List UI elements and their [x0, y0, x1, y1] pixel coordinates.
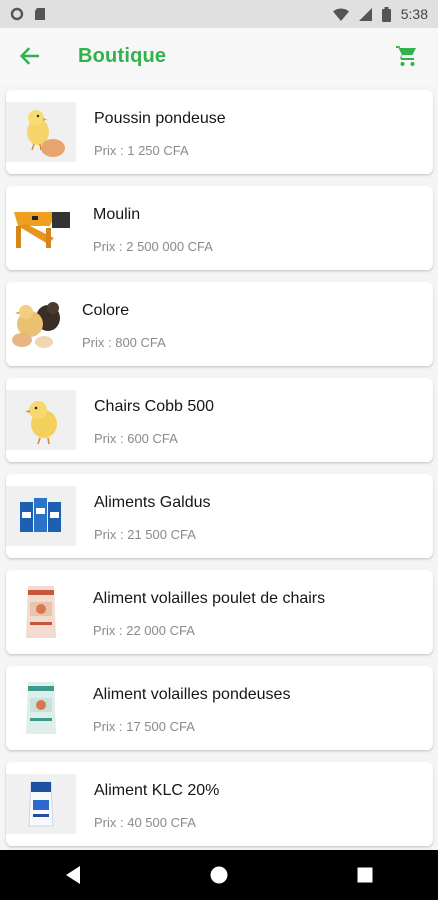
nav-recents-button[interactable] [345, 855, 385, 895]
product-card-chairs-cobb-500[interactable]: Chairs Cobb 500 Prix : 600 CFA [6, 378, 433, 462]
square-recents-icon [357, 867, 373, 883]
product-card-moulin[interactable]: Moulin Prix : 2 500 000 CFA [6, 186, 433, 270]
arrow-back-icon [19, 47, 39, 65]
product-image [6, 390, 76, 450]
nav-back-button[interactable] [53, 855, 93, 895]
product-image [6, 678, 76, 738]
product-price: Prix : 22 000 CFA [93, 623, 195, 638]
product-price: Prix : 1 250 CFA [94, 143, 189, 158]
product-name: Aliment volailles pondeuses [93, 686, 291, 703]
product-price: Prix : 2 500 000 CFA [93, 239, 213, 254]
circle-home-icon [210, 866, 228, 884]
product-name: Aliment volailles poulet de chairs [93, 590, 326, 607]
feed-bags-icon [20, 498, 61, 532]
product-image [6, 198, 76, 258]
product-image [6, 294, 68, 354]
product-image [6, 486, 76, 546]
product-name: Chairs Cobb 500 [94, 398, 215, 415]
mill-machine-icon [14, 212, 70, 248]
navigation-bar [0, 850, 438, 900]
notification-circle-icon [10, 7, 24, 21]
colored-chicks-icon [12, 302, 60, 348]
product-name: Aliments Galdus [94, 494, 211, 511]
back-button[interactable] [14, 42, 44, 70]
product-card-aliment-volailles-pondeuses[interactable]: Aliment volailles pondeuses Prix : 17 50… [6, 666, 433, 750]
nav-home-button[interactable] [199, 855, 239, 895]
product-price: Prix : 40 500 CFA [94, 815, 196, 830]
product-image [6, 582, 76, 642]
triangle-back-icon [66, 866, 80, 884]
product-name: Poussin pondeuse [94, 110, 226, 127]
product-card-aliments-galdus[interactable]: Aliments Galdus Prix : 21 500 CFA [6, 474, 433, 558]
cell-signal-icon [358, 7, 372, 21]
product-price: Prix : 600 CFA [94, 431, 178, 446]
status-bar-left [10, 7, 46, 21]
app-bar: Boutique [0, 28, 438, 84]
product-price: Prix : 800 CFA [82, 335, 166, 350]
cart-button[interactable] [394, 43, 420, 69]
battery-icon [381, 6, 391, 22]
sd-card-icon [35, 8, 45, 20]
chick-with-egg-icon [27, 110, 65, 157]
product-list[interactable]: Poussin pondeuse Prix : 1 250 CFA Moulin… [0, 84, 438, 850]
product-name: Colore [82, 302, 130, 319]
status-bar: 5:38 [0, 0, 438, 28]
shopping-cart-icon [396, 46, 416, 66]
product-image [6, 774, 76, 834]
product-card-poussin-pondeuse[interactable]: Poussin pondeuse Prix : 1 250 CFA [6, 90, 433, 174]
chick-icon [25, 401, 57, 445]
product-price: Prix : 21 500 CFA [94, 527, 196, 542]
feed-sack-icon [26, 682, 56, 734]
feed-bag-icon [28, 781, 54, 827]
page-title: Boutique [78, 45, 167, 67]
product-card-colore[interactable]: Colore Prix : 800 CFA [6, 282, 433, 366]
product-image [6, 102, 76, 162]
product-price: Prix : 17 500 CFA [93, 719, 195, 734]
status-bar-right: 5:38 [332, 6, 428, 22]
product-card-aliment-volailles-poulet-de-chairs[interactable]: Aliment volailles poulet de chairs Prix … [6, 570, 433, 654]
wifi-icon [332, 8, 349, 21]
status-time: 5:38 [400, 6, 428, 22]
product-name: Moulin [93, 206, 141, 223]
feed-sack-icon [26, 586, 56, 638]
product-card-aliment-klc-20[interactable]: Aliment KLC 20% Prix : 40 500 CFA [6, 762, 433, 846]
product-name: Aliment KLC 20% [94, 782, 220, 799]
